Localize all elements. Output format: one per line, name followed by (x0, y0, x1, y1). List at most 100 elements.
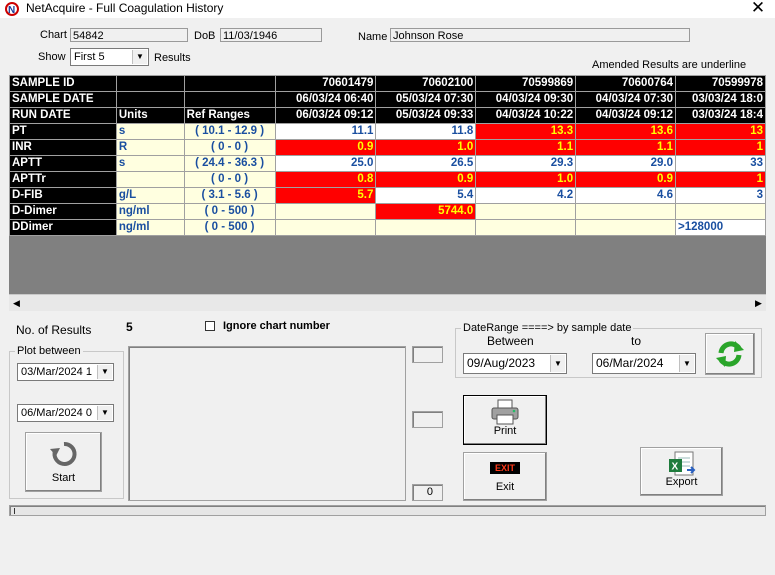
ref-range-header (183, 75, 276, 92)
sample-header-cell: 70599869 (475, 75, 577, 92)
test-ref-range: ( 3.1 - 5.6 ) (183, 187, 276, 204)
test-ref-range: ( 0 - 0 ) (183, 171, 276, 188)
date-to-value: 06/Mar/2024 (596, 356, 664, 370)
result-cell: 5744.0 (375, 203, 477, 220)
refresh-icon (716, 341, 744, 367)
units-header (115, 91, 185, 108)
test-name: DDimer (9, 219, 117, 236)
amended-note: Amended Results are underline (592, 59, 747, 71)
plot-mid-box (412, 411, 443, 428)
between-label: Between (487, 334, 534, 348)
start-button[interactable]: Start (25, 432, 102, 492)
excel-export-icon: X (668, 451, 695, 476)
chevron-down-icon[interactable]: ▼ (550, 355, 565, 372)
result-cell: 33 (675, 155, 766, 172)
result-cell: 1 (675, 139, 766, 156)
table-row[interactable]: D-Dimer ng/ml( 0 - 500 ) 5744.0 (9, 203, 766, 220)
table-row[interactable]: INR R( 0 - 0 ) 0.9 1.0 1.1 1.1 1 (9, 139, 766, 156)
test-name: APTTr (9, 171, 117, 188)
print-button[interactable]: Print (463, 395, 547, 445)
test-ref-range: ( 0 - 500 ) (183, 203, 276, 220)
result-cell: 3 (675, 187, 766, 204)
show-select[interactable]: First 5 ▼ (70, 48, 149, 66)
result-cell: 1.1 (575, 139, 677, 156)
show-select-value: First 5 (74, 51, 105, 63)
test-ref-range: ( 10.1 - 12.9 ) (183, 123, 276, 140)
scroll-left-icon[interactable]: ◀ (9, 296, 24, 310)
result-cell: 1.0 (375, 139, 477, 156)
plot-to-value: 06/Mar/2024 0 (21, 407, 92, 419)
table-row[interactable]: APTT s( 24.4 - 36.3 ) 25.0 26.5 29.3 29.0 33 (9, 155, 766, 172)
result-cell: 4.2 (475, 187, 577, 204)
dob-label: DoB (194, 30, 216, 42)
result-cell: 11.1 (274, 123, 377, 140)
units-header (115, 75, 185, 92)
table-row[interactable]: DDimer ng/ml( 0 - 500 ) >128000 (9, 219, 766, 236)
plot-from-select[interactable]: 03/Mar/2024 1 ▼ (17, 363, 114, 381)
plot-between-label: Plot between (15, 345, 83, 357)
chevron-down-icon[interactable]: ▼ (97, 365, 112, 379)
chevron-down-icon[interactable]: ▼ (132, 50, 147, 64)
date-from-value: 09/Aug/2023 (467, 356, 536, 370)
row-label: SAMPLE ID (9, 75, 117, 92)
results-table: SAMPLE ID 70601479 70602100 70599869 7060076… (9, 75, 766, 236)
sample-header-cell: 05/03/24 07:30 (375, 91, 477, 108)
refresh-button[interactable] (705, 333, 755, 375)
test-ref-range: ( 0 - 500 ) (183, 219, 276, 236)
row-label: RUN DATE (9, 107, 117, 124)
sample-header-cell: 04/03/24 07:30 (575, 91, 677, 108)
close-icon[interactable]: ✕ (748, 0, 768, 18)
result-cell: 4.6 (575, 187, 677, 204)
sample-header-cell: 04/03/24 09:12 (575, 107, 677, 124)
result-cell: 0.9 (575, 171, 677, 188)
chevron-down-icon[interactable]: ▼ (679, 355, 694, 372)
plot-max-box (412, 346, 443, 363)
ref-range-header (183, 91, 276, 108)
results-grid[interactable]: SAMPLE ID 70601479 70602100 70599869 7060076… (9, 75, 766, 310)
test-unit: ng/ml (115, 203, 185, 220)
result-cell (274, 219, 377, 236)
plot-to-select[interactable]: 06/Mar/2024 0 ▼ (17, 404, 114, 422)
test-unit: s (115, 155, 185, 172)
result-cell: 25.0 (274, 155, 377, 172)
sample-header-cell: 70602100 (375, 75, 477, 92)
test-name: APTT (9, 155, 117, 172)
chevron-down-icon[interactable]: ▼ (97, 406, 112, 420)
export-button-label: Export (665, 476, 698, 488)
test-ref-range: ( 24.4 - 36.3 ) (183, 155, 276, 172)
result-cell (675, 203, 766, 220)
refresh-arrow-icon (49, 442, 76, 466)
exit-button[interactable]: EXIT Exit (463, 452, 547, 501)
name-field: Johnson Rose (390, 28, 690, 42)
table-row[interactable]: PT s( 10.1 - 12.9 ) 11.1 11.8 13.3 13.6 13 (9, 123, 766, 140)
test-name: PT (9, 123, 117, 140)
chart-label: Chart (40, 29, 67, 41)
app-logo-icon: N (5, 2, 19, 16)
table-row[interactable]: D-FIB g/L( 3.1 - 5.6 ) 5.7 5.4 4.2 4.6 3 (9, 187, 766, 204)
exit-icon: EXIT (490, 462, 520, 474)
ignore-chart-checkbox[interactable] (205, 321, 215, 331)
scroll-right-icon[interactable]: ▶ (751, 296, 766, 310)
result-cell: 26.5 (375, 155, 477, 172)
result-cell (475, 219, 577, 236)
start-button-label: Start (51, 472, 76, 484)
sample-header-cell: 03/03/24 18:0 (675, 91, 766, 108)
date-to-select[interactable]: 06/Mar/2024 ▼ (592, 353, 696, 374)
result-cell (575, 203, 677, 220)
progress-bar (9, 505, 766, 516)
sample-header-cell: 70601479 (274, 75, 377, 92)
export-button[interactable]: X Export (640, 447, 723, 496)
result-cell: 0.9 (274, 139, 377, 156)
date-from-select[interactable]: 09/Aug/2023 ▼ (463, 353, 567, 374)
table-row[interactable]: APTTr( 0 - 0 ) 0.8 0.9 1.0 0.9 1 (9, 171, 766, 188)
exit-button-label: Exit (495, 481, 515, 493)
plot-from-value: 03/Mar/2024 1 (21, 366, 92, 378)
test-unit: s (115, 123, 185, 140)
chart-field: 54842 (70, 28, 188, 42)
units-header: Units (115, 107, 185, 124)
horizontal-scrollbar[interactable]: ◀ ▶ (9, 294, 766, 311)
test-name: D-FIB (9, 187, 117, 204)
result-cell: 5.7 (274, 187, 377, 204)
result-cell: 1.0 (475, 171, 577, 188)
test-unit (115, 171, 185, 188)
